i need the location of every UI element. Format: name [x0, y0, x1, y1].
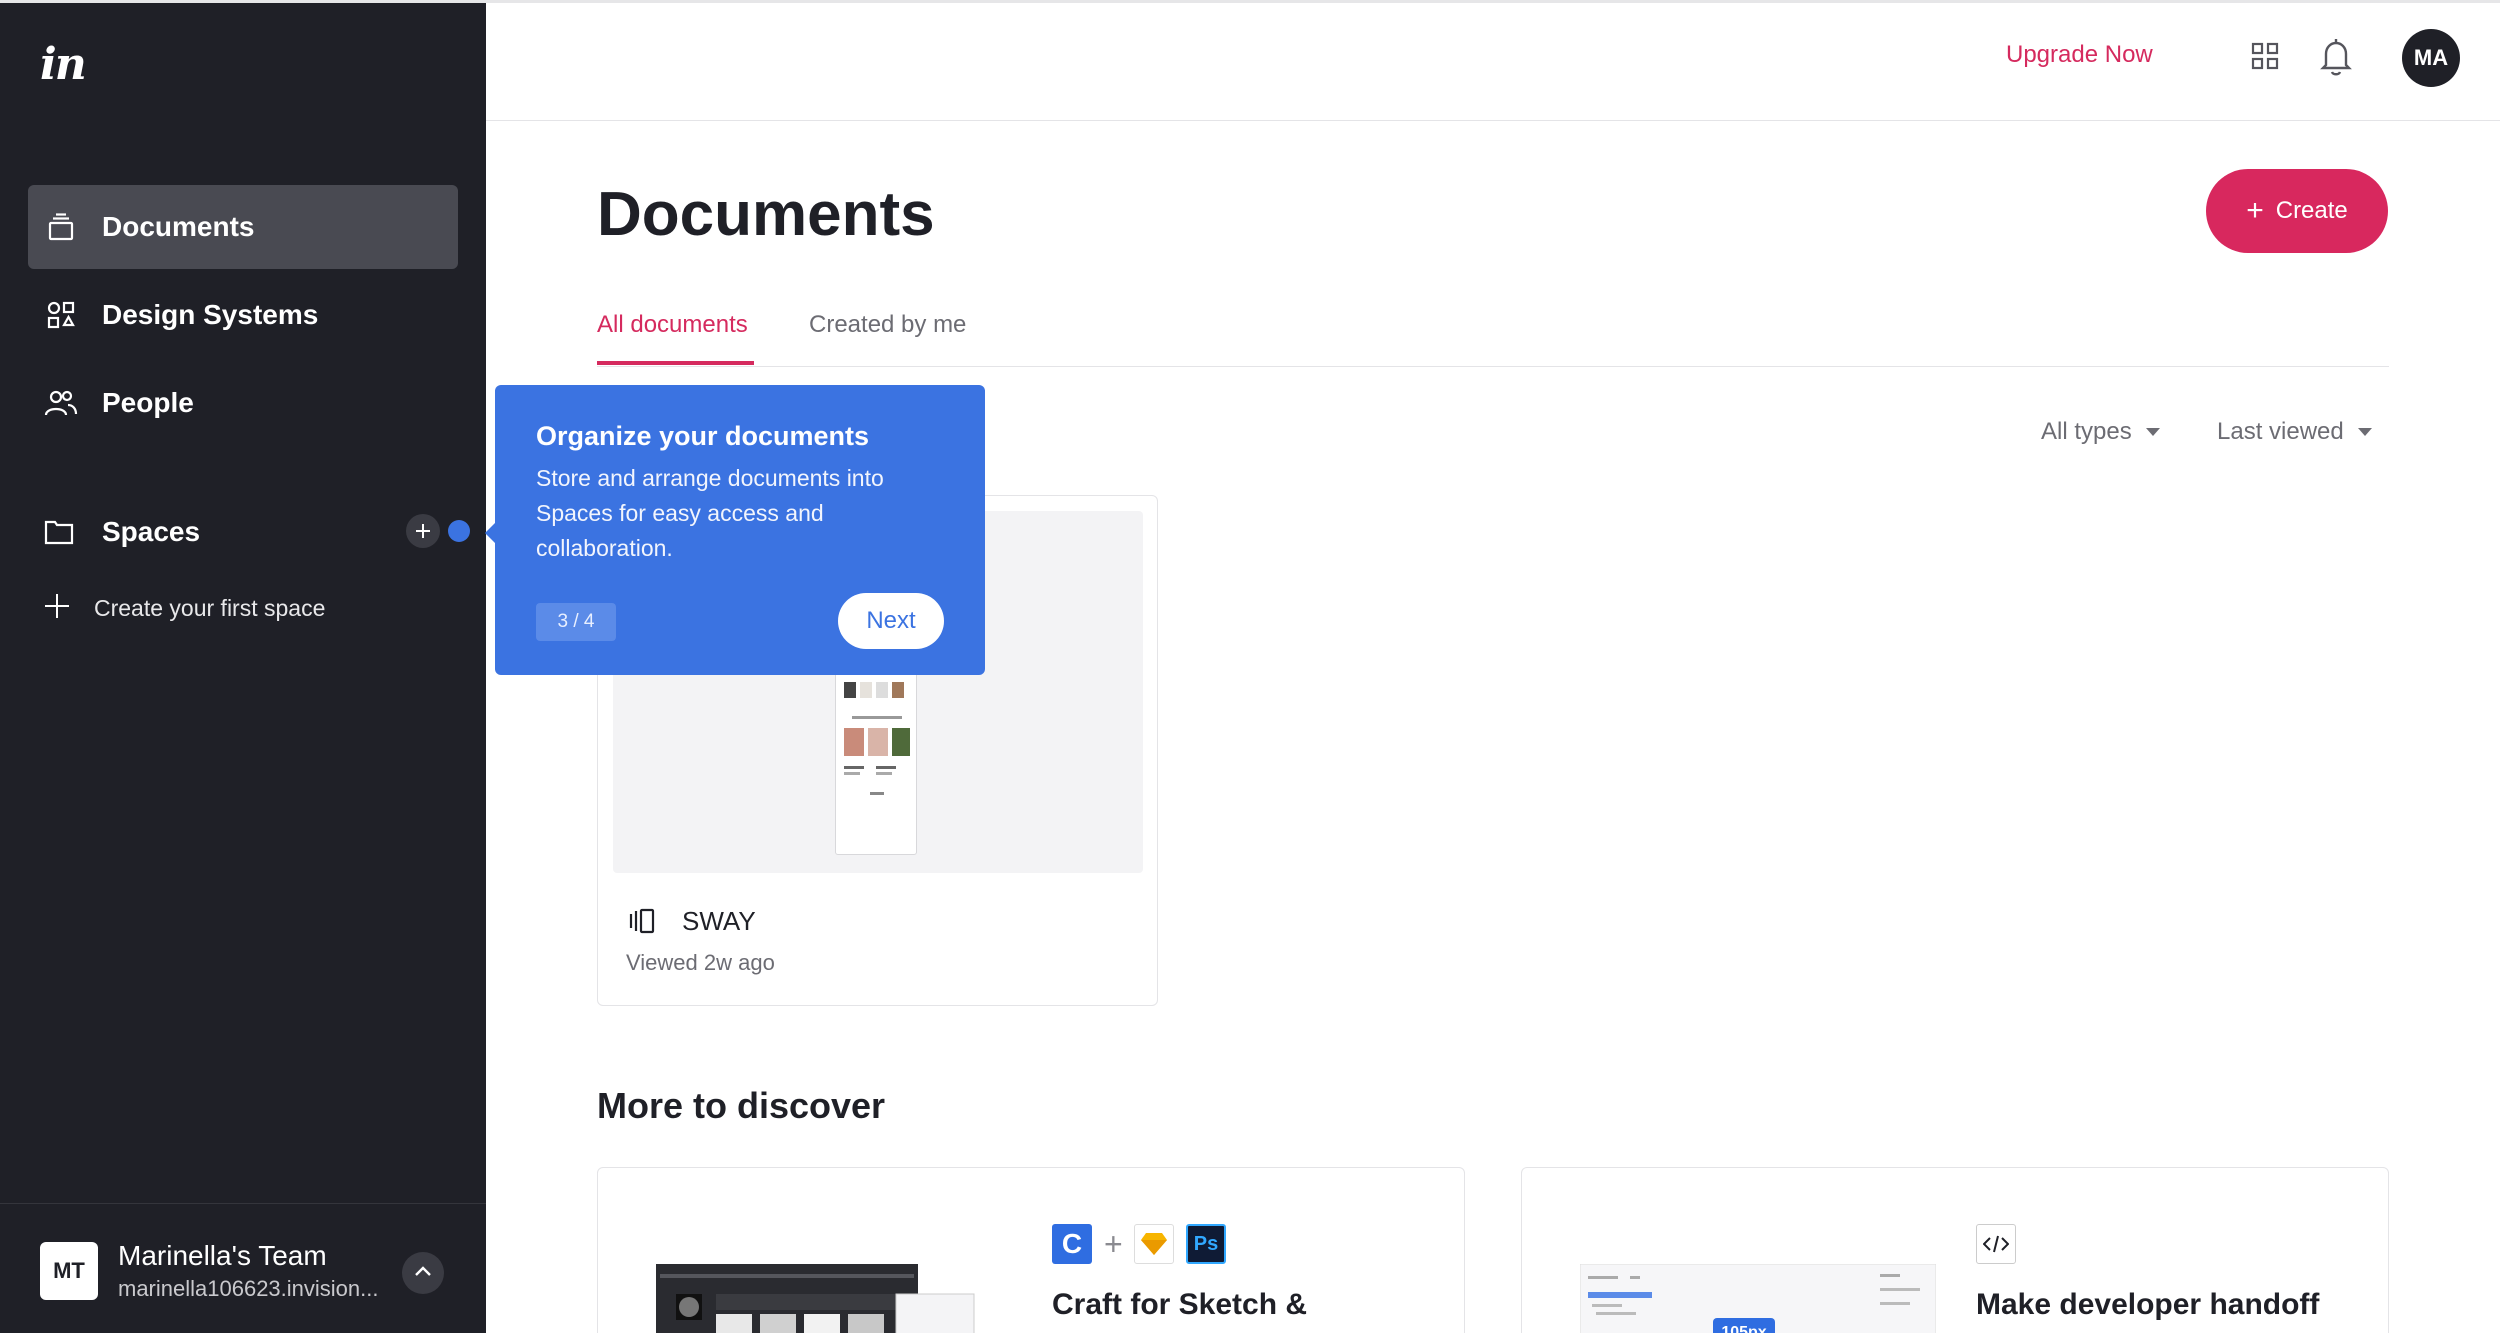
plus-icon: +	[2246, 194, 2264, 227]
code-icon	[1976, 1224, 2016, 1264]
sort-label: Last viewed	[2217, 418, 2344, 445]
measurement-badge: 105px	[1721, 1324, 1767, 1333]
upgrade-link[interactable]: Upgrade Now	[2006, 41, 2153, 69]
documents-icon	[44, 210, 78, 244]
prototype-icon	[628, 907, 656, 935]
plus-icon: +	[1104, 1226, 1123, 1262]
team-name: Marinella's Team	[118, 1240, 327, 1271]
sketch-logo-icon	[1134, 1224, 1174, 1264]
discover-title: More to discover	[597, 1085, 886, 1126]
team-switcher: MT Marinella's Team marinella106623.invi…	[0, 1203, 486, 1333]
discover-card-craft[interactable]: C + Ps Craft for Sketch &	[597, 1167, 1465, 1333]
apps-grid-icon[interactable]	[2250, 41, 2280, 71]
plus-icon	[44, 593, 70, 624]
sidebar-item-documents[interactable]: Documents	[28, 185, 458, 269]
tooltip-step-counter: 3 / 4	[536, 603, 616, 641]
tab-all-documents[interactable]: All documents	[597, 311, 748, 339]
sidebar: in Documents Design Systems People Space…	[0, 3, 486, 1333]
bell-icon[interactable]	[2318, 37, 2354, 77]
design-systems-icon	[44, 298, 78, 332]
create-space-link[interactable]: Create your first space	[44, 583, 325, 633]
craft-logo-icon: C	[1052, 1224, 1092, 1264]
team-menu-toggle[interactable]	[402, 1252, 444, 1294]
user-avatar[interactable]: MA	[2402, 29, 2460, 87]
tab-created-by-me[interactable]: Created by me	[809, 311, 966, 339]
caret-down-icon	[2357, 428, 2372, 436]
craft-preview-image	[656, 1264, 976, 1333]
document-name: SWAY	[682, 906, 756, 936]
team-url: marinella106623.invision...	[118, 1276, 379, 1301]
create-space-label: Create your first space	[94, 594, 326, 621]
sidebar-item-people[interactable]: People	[28, 361, 458, 445]
create-button[interactable]: + Create	[2206, 169, 2388, 253]
page-title: Documents	[597, 180, 935, 249]
tooltip-title: Organize your documents	[536, 421, 870, 451]
sort-dropdown[interactable]: Last viewed	[2217, 418, 2372, 446]
photoshop-logo-icon: Ps	[1186, 1224, 1226, 1264]
team-avatar: MT	[40, 1242, 98, 1300]
discover-card-title: Craft for Sketch &	[1052, 1288, 1308, 1321]
top-bar: Upgrade Now MA	[486, 3, 2500, 121]
tooltip-next-button[interactable]: Next	[838, 593, 944, 649]
type-filter-label: All types	[2041, 418, 2132, 445]
inspect-preview-image: 105px	[1579, 1263, 1937, 1333]
discover-card-title: Make developer handoff	[1976, 1288, 2320, 1321]
sidebar-item-label: Design Systems	[102, 299, 319, 330]
type-filter-dropdown[interactable]: All types	[2041, 418, 2160, 446]
tooltip-body: Store and arrange documents into Spaces …	[536, 465, 884, 561]
app-root: in Documents Design Systems People Space…	[0, 0, 2500, 1333]
caret-down-icon	[2145, 428, 2160, 436]
discover-card-inspect[interactable]: 105px Make developer handoff	[1521, 1167, 2389, 1333]
people-icon	[44, 386, 78, 420]
sidebar-item-label: Documents	[102, 211, 255, 242]
document-meta: Viewed 2w ago	[626, 950, 775, 975]
add-space-button[interactable]	[406, 514, 440, 548]
invision-logo[interactable]: in	[40, 39, 87, 90]
chevron-up-icon	[414, 1264, 432, 1282]
tooltip-arrow	[485, 523, 495, 543]
active-tab-indicator	[597, 361, 754, 365]
document-tabs: All documents Created by me	[597, 293, 2389, 367]
spaces-label: Spaces	[102, 516, 201, 547]
onboarding-tooltip: Organize your documents Store and arrang…	[485, 385, 985, 675]
create-label: Create	[2275, 197, 2348, 224]
onboarding-hotspot[interactable]	[448, 520, 470, 542]
sidebar-item-label: People	[102, 387, 194, 418]
sidebar-item-design-systems[interactable]: Design Systems	[28, 273, 458, 357]
folder-icon	[44, 517, 78, 547]
